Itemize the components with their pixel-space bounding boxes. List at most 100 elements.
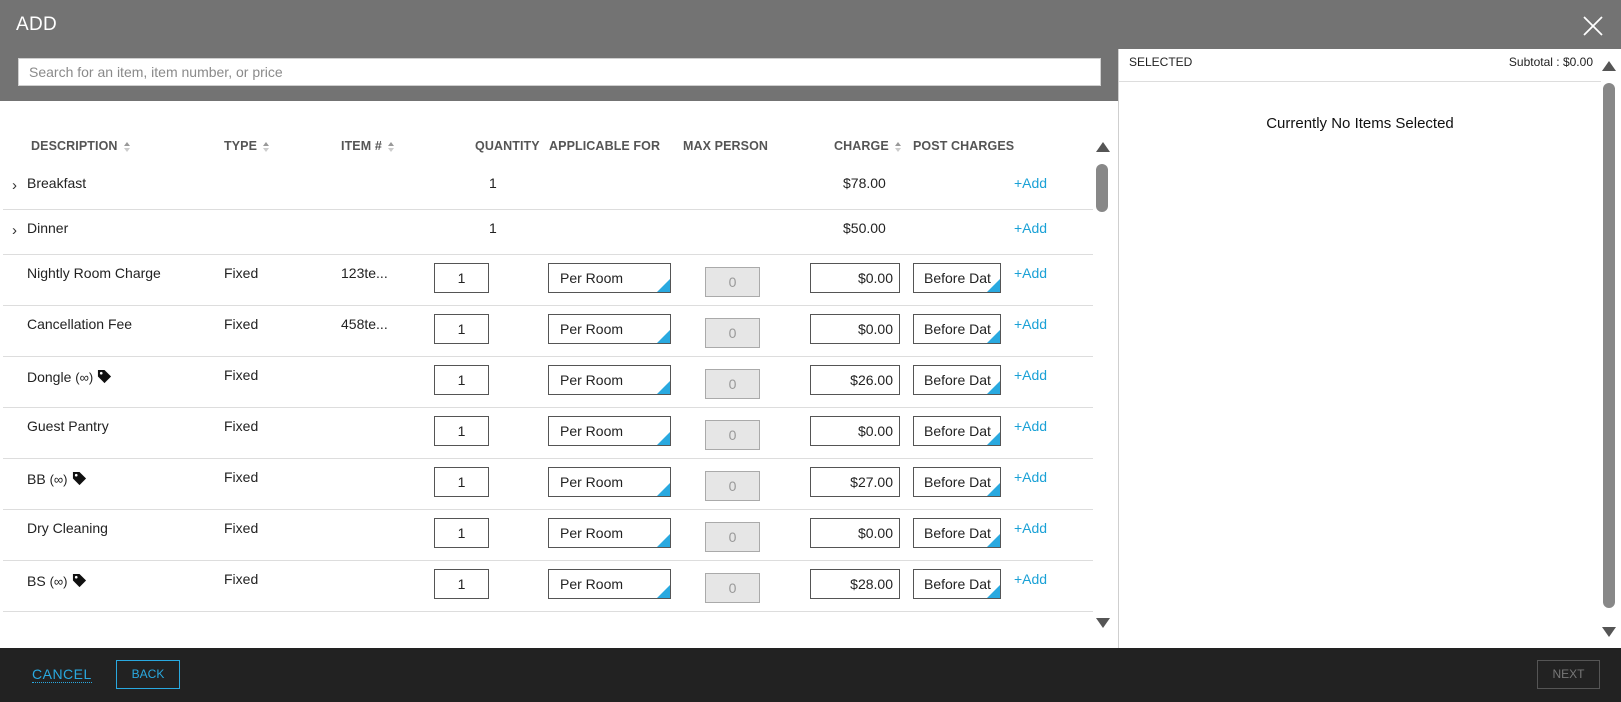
quantity-input[interactable]: 1 [434, 569, 489, 599]
group-row-dinner[interactable]: › Dinner 1 $50.00 +Add [3, 210, 1093, 255]
sort-icon [894, 141, 901, 152]
max-person-input: 0 [705, 369, 760, 399]
dropdown-corner-icon [987, 279, 1000, 292]
quantity-input[interactable]: 1 [434, 518, 489, 548]
dialog-title: ADD [16, 14, 58, 35]
back-button[interactable]: BACK [116, 660, 180, 689]
add-link[interactable]: +Add [1014, 367, 1047, 383]
col-header-post-charges: POST CHARGES [913, 139, 1015, 153]
col-header-type[interactable]: TYPE [224, 139, 270, 153]
group-charge: $78.00 [843, 175, 886, 191]
dropdown-corner-icon [987, 330, 1000, 343]
item-type: Fixed [224, 520, 259, 536]
cancel-button[interactable]: CANCEL [32, 666, 92, 683]
dropdown-corner-icon [657, 330, 670, 343]
applicable-for-select[interactable]: Per Room [548, 467, 671, 497]
tag-icon [72, 573, 86, 588]
item-type: Fixed [224, 418, 259, 434]
col-header-charge[interactable]: CHARGE [834, 139, 902, 153]
scroll-thumb[interactable] [1096, 164, 1108, 212]
add-link[interactable]: +Add [1014, 520, 1047, 536]
dropdown-corner-icon [657, 432, 670, 445]
charge-input[interactable]: $28.00 [810, 569, 900, 599]
max-person-input: 0 [705, 522, 760, 552]
col-header-description[interactable]: DESCRIPTION [31, 139, 131, 153]
list-scrollbar[interactable] [1095, 138, 1111, 628]
table-row: Nightly Room Charge Fixed 123te... 1 Per… [3, 255, 1093, 306]
scroll-up-icon[interactable] [1096, 142, 1110, 152]
applicable-for-select[interactable]: Per Room [548, 518, 671, 548]
group-row-breakfast[interactable]: › Breakfast 1 $78.00 +Add [3, 163, 1093, 210]
applicable-for-select[interactable]: Per Room [548, 365, 671, 395]
charge-input[interactable]: $27.00 [810, 467, 900, 497]
dialog-footer: CANCEL BACK NEXT [0, 648, 1621, 702]
item-type: Fixed [224, 367, 259, 383]
close-icon[interactable] [1579, 12, 1607, 40]
max-person-input: 0 [705, 573, 760, 603]
add-link[interactable]: +Add [1014, 418, 1047, 434]
applicable-for-select[interactable]: Per Room [548, 569, 671, 599]
post-charges-select[interactable]: Before Dat [913, 263, 1001, 293]
add-link[interactable]: +Add [1014, 571, 1047, 587]
applicable-for-select[interactable]: Per Room [548, 263, 671, 293]
sort-icon [123, 141, 130, 152]
dropdown-corner-icon [657, 279, 670, 292]
scroll-thumb[interactable] [1603, 83, 1615, 608]
item-description: Dongle (∞) [27, 369, 112, 385]
post-charges-select[interactable]: Before Dat [913, 365, 1001, 395]
chevron-right-icon[interactable]: › [12, 222, 17, 239]
dropdown-corner-icon [987, 483, 1000, 496]
max-person-input: 0 [705, 420, 760, 450]
quantity-input[interactable]: 1 [434, 314, 489, 344]
add-link[interactable]: +Add [1014, 175, 1047, 191]
next-button[interactable]: NEXT [1537, 660, 1600, 689]
add-link[interactable]: +Add [1014, 316, 1047, 332]
charge-input[interactable]: $0.00 [810, 263, 900, 293]
post-charges-select[interactable]: Before Dat [913, 467, 1001, 497]
max-person-input: 0 [705, 471, 760, 501]
col-header-item-number[interactable]: ITEM # [341, 139, 395, 153]
add-link[interactable]: +Add [1014, 265, 1047, 281]
scroll-down-icon[interactable] [1602, 627, 1616, 637]
post-charges-select[interactable]: Before Dat [913, 569, 1001, 599]
dropdown-corner-icon [987, 585, 1000, 598]
add-link[interactable]: +Add [1014, 220, 1047, 236]
selected-title: SELECTED [1129, 55, 1193, 69]
item-description: Guest Pantry [27, 418, 109, 434]
table-row: BS (∞) Fixed 1 Per Room 0 $28.00 Before … [3, 561, 1093, 612]
tag-icon [72, 471, 86, 486]
item-type: Fixed [224, 469, 259, 485]
unlimited-badge: (∞) [49, 574, 68, 589]
quantity-input[interactable]: 1 [434, 416, 489, 446]
quantity-input[interactable]: 1 [434, 263, 489, 293]
scroll-down-icon[interactable] [1096, 618, 1110, 628]
panel-scrollbar[interactable] [1601, 59, 1617, 639]
charge-input[interactable]: $26.00 [810, 365, 900, 395]
group-label: Breakfast [27, 175, 87, 191]
post-charges-select[interactable]: Before Dat [913, 314, 1001, 344]
charge-input[interactable]: $0.00 [810, 416, 900, 446]
charge-input[interactable]: $0.00 [810, 518, 900, 548]
col-header-max-person: MAX PERSON [683, 139, 769, 153]
chevron-right-icon[interactable]: › [12, 177, 17, 194]
max-person-input: 0 [705, 318, 760, 348]
post-charges-select[interactable]: Before Dat [913, 518, 1001, 548]
quantity-input[interactable]: 1 [434, 365, 489, 395]
charge-input[interactable]: $0.00 [810, 314, 900, 344]
scroll-up-icon[interactable] [1602, 61, 1616, 71]
quantity-input[interactable]: 1 [434, 467, 489, 497]
search-input[interactable] [18, 58, 1101, 86]
table-row: Dongle (∞) Fixed 1 Per Room 0 $26.00 Bef… [3, 357, 1093, 408]
applicable-for-select[interactable]: Per Room [548, 416, 671, 446]
table-row: BB (∞) Fixed 1 Per Room 0 $27.00 Before … [3, 459, 1093, 510]
table-row: Dry Cleaning Fixed 1 Per Room 0 $0.00 Be… [3, 510, 1093, 561]
sort-icon [387, 141, 394, 152]
add-link[interactable]: +Add [1014, 469, 1047, 485]
subtotal: Subtotal : $0.00 [1508, 55, 1593, 69]
applicable-for-select[interactable]: Per Room [548, 314, 671, 344]
item-description: BS (∞) [27, 573, 87, 589]
dropdown-corner-icon [657, 585, 670, 598]
max-person-input: 0 [705, 267, 760, 297]
post-charges-select[interactable]: Before Dat [913, 416, 1001, 446]
item-type: Fixed [224, 265, 259, 281]
